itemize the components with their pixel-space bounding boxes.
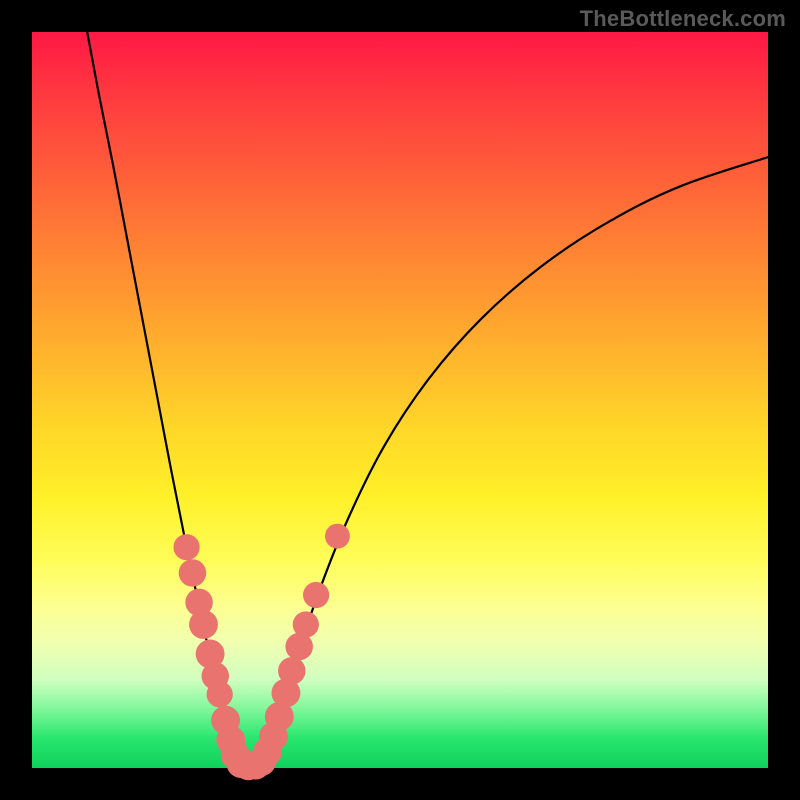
curve-marker	[293, 611, 319, 637]
curve-marker	[173, 534, 199, 560]
curve-marker	[303, 582, 329, 608]
watermark-text: TheBottleneck.com	[580, 6, 786, 32]
curve-marker	[325, 524, 350, 549]
curve-marker	[207, 681, 233, 707]
curve-marker	[189, 610, 218, 639]
chart-svg	[32, 32, 768, 768]
chart-stage: TheBottleneck.com	[0, 0, 800, 800]
curve-marker	[278, 657, 306, 685]
bottleneck-curve	[87, 32, 768, 767]
curve-marker	[179, 559, 207, 587]
marker-group	[173, 524, 349, 781]
